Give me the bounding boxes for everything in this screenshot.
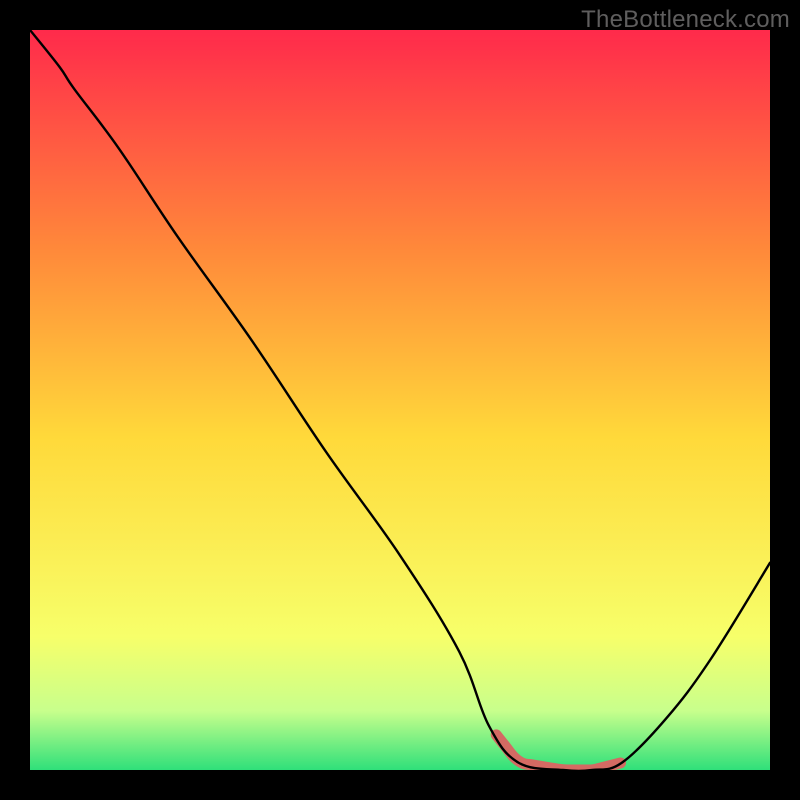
chart-svg bbox=[30, 30, 770, 770]
gradient-bg bbox=[30, 30, 770, 770]
chart-stage: TheBottleneck.com bbox=[0, 0, 800, 800]
plot-area bbox=[30, 30, 770, 770]
